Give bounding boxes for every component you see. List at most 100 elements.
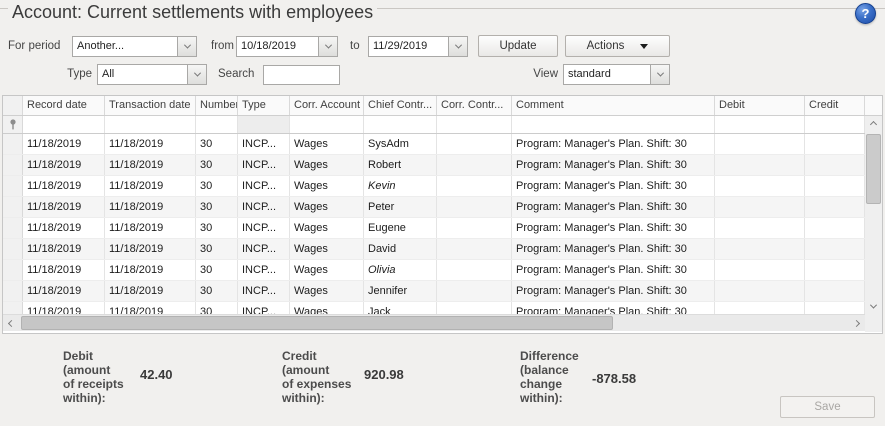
cell-chief_contr: David [364,239,437,259]
table-row[interactable]: 11/18/201911/18/201930INCP...WagesSysAdm… [3,134,882,155]
actions-button[interactable]: Actions [565,35,670,57]
cell-corr_account: Wages [290,134,364,154]
row-indicator [3,239,23,259]
chevron-down-icon [183,42,190,49]
scroll-right-button[interactable] [848,315,865,332]
column-header-number[interactable]: Number [196,96,238,115]
cell-corr_contr [437,281,512,301]
cell-number: 30 [196,176,238,196]
scroll-left-button[interactable] [3,315,20,332]
to-label: to [350,40,360,52]
filter-cell-number[interactable] [196,116,238,133]
cell-corr_contr [437,302,512,314]
column-header-record_date[interactable]: Record date [23,96,105,115]
row-indicator [3,302,23,314]
cell-debit [715,281,805,301]
filter-cell-record_date[interactable] [23,116,105,133]
view-label: View [528,68,558,80]
column-header-credit[interactable]: Credit [805,96,865,115]
view-dropdown-button[interactable] [650,65,669,84]
vertical-scroll-thumb[interactable] [866,134,881,204]
vertical-scrollbar[interactable] [865,116,882,314]
column-header-transaction_date[interactable]: Transaction date [105,96,196,115]
table-row[interactable]: 11/18/201911/18/201930INCP...WagesOlivia… [3,260,882,281]
cell-credit [805,302,865,314]
filter-cell-corr_contr[interactable] [437,116,512,133]
cell-debit [715,239,805,259]
column-header-corr_account[interactable]: Corr. Account [290,96,364,115]
row-indicator [3,176,23,196]
type-dropdown-button[interactable] [187,65,206,84]
filter-cell-chief_contr[interactable] [364,116,437,133]
table-row[interactable]: 11/18/201911/18/201930INCP...WagesKevinP… [3,176,882,197]
save-button[interactable]: Save [780,396,875,418]
cell-chief_contr: Kevin [364,176,437,196]
column-header-comment[interactable]: Comment [512,96,715,115]
filter-cell-corr_account[interactable] [290,116,364,133]
cell-chief_contr: Eugene [364,218,437,238]
cell-comment: Program: Manager's Plan. Shift: 30 [512,281,715,301]
cell-credit [805,176,865,196]
from-date-select[interactable]: 10/18/2019 [236,36,338,57]
column-header-corr_contr[interactable]: Corr. Contr... [437,96,512,115]
filter-cell-comment[interactable] [512,116,715,133]
cell-credit [805,197,865,217]
scrollbar-corner [865,314,882,332]
view-select[interactable]: standard [563,64,670,85]
table-row[interactable]: 11/18/201911/18/201930INCP...WagesDavidP… [3,239,882,260]
search-input[interactable] [263,65,340,85]
cell-transaction_date: 11/18/2019 [105,176,196,196]
filter-row [3,116,882,134]
filter-row-indicator [3,116,23,133]
filter-cell-transaction_date[interactable] [105,116,196,133]
cell-credit [805,281,865,301]
filter-cell-type[interactable] [238,116,290,133]
cell-credit [805,260,865,280]
difference-summary-value: -878.58 [592,371,636,386]
cell-corr_contr [437,260,512,280]
from-date-dropdown-button[interactable] [318,37,337,56]
cell-chief_contr: Jack [364,302,437,314]
help-icon[interactable]: ? [855,3,876,24]
table-row[interactable]: 11/18/201911/18/201930INCP...WagesJackPr… [3,302,882,314]
cell-record_date: 11/18/2019 [23,176,105,196]
cell-credit [805,155,865,175]
cell-chief_contr: SysAdm [364,134,437,154]
cell-corr_contr [437,218,512,238]
type-select[interactable]: All [97,64,207,85]
cell-number: 30 [196,155,238,175]
table-row[interactable]: 11/18/201911/18/201930INCP...WagesJennif… [3,281,882,302]
scroll-down-button[interactable] [865,298,882,314]
filter-cell-credit[interactable] [805,116,865,133]
to-date-dropdown-button[interactable] [448,37,467,56]
table-row[interactable]: 11/18/201911/18/201930INCP...WagesRobert… [3,155,882,176]
cell-credit [805,239,865,259]
row-indicator [3,134,23,154]
period-select[interactable]: Another... [72,36,197,57]
to-date-select[interactable]: 11/29/2019 [368,36,468,57]
filter-cell-debit[interactable] [715,116,805,133]
table-row[interactable]: 11/18/201911/18/201930INCP...WagesEugene… [3,218,882,239]
row-indicator [3,260,23,280]
horizontal-scroll-thumb[interactable] [21,316,613,330]
period-dropdown-button[interactable] [177,37,196,56]
column-header-type[interactable]: Type [238,96,290,115]
table-header: Record dateTransaction dateNumberTypeCor… [3,96,882,116]
row-indicator [3,281,23,301]
horizontal-scrollbar[interactable] [3,314,865,331]
transactions-table: Record dateTransaction dateNumberTypeCor… [2,95,883,334]
chevron-down-icon [870,301,877,308]
column-header-debit[interactable]: Debit [715,96,805,115]
debit-summary-label: Debit (amount of receipts within): [63,349,124,405]
cell-record_date: 11/18/2019 [23,218,105,238]
column-header-chief_contr[interactable]: Chief Contr... [364,96,437,115]
debit-summary-value: 42.40 [140,367,173,382]
cell-corr_account: Wages [290,197,364,217]
update-button[interactable]: Update [478,35,558,57]
table-row[interactable]: 11/18/201911/18/201930INCP...WagesPeterP… [3,197,882,218]
scroll-up-button[interactable] [865,116,882,132]
cell-debit [715,260,805,280]
from-label: from [211,40,234,52]
cell-comment: Program: Manager's Plan. Shift: 30 [512,302,715,314]
cell-transaction_date: 11/18/2019 [105,239,196,259]
